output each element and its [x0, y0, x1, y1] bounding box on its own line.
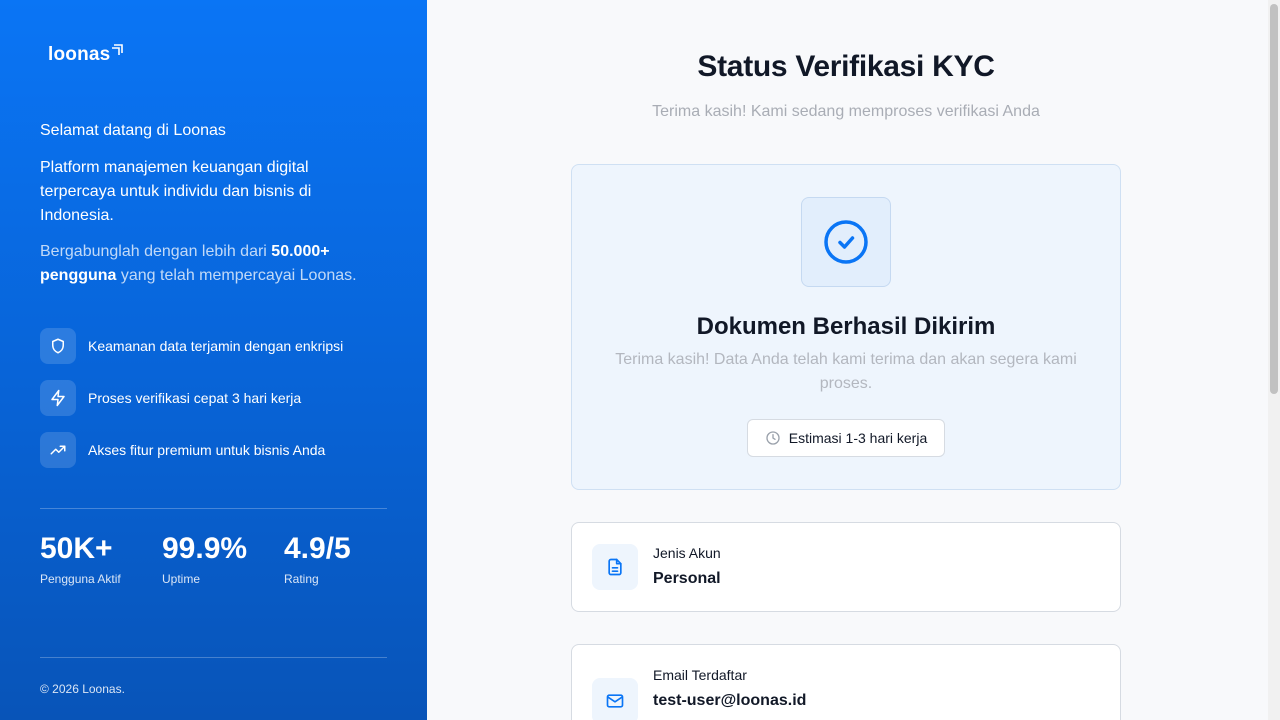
- stat-label: Pengguna Aktif: [40, 572, 121, 586]
- document-icon: [592, 544, 638, 590]
- lightning-icon: [40, 380, 76, 416]
- join-prefix: Bergabunglah dengan lebih dari: [40, 243, 272, 260]
- feature-label: Keamanan data terjamin dengan enkripsi: [88, 338, 344, 354]
- join-text: Bergabunglah dengan lebih dari 50.000+ p…: [40, 240, 370, 288]
- scrollbar-thumb[interactable]: [1270, 4, 1278, 394]
- stat-rating: 4.9/5 Rating: [284, 532, 406, 586]
- stat-active-users: 50K+ Pengguna Aktif: [40, 532, 162, 586]
- page-title: Status Verifikasi KYC: [697, 50, 995, 83]
- copyright: © 2026 Loonas.: [40, 682, 125, 696]
- logo-text: loonas: [48, 44, 111, 65]
- shield-icon: [40, 328, 76, 364]
- feature-item: Proses verifikasi cepat 3 hari kerja: [40, 380, 343, 416]
- status-description: Terima kasih! Data Anda telah kami terim…: [615, 351, 1077, 392]
- footer-divider: [40, 657, 387, 658]
- estimate-label: Estimasi 1-3 hari kerja: [788, 430, 928, 446]
- feature-item: Keamanan data terjamin dengan enkripsi: [40, 328, 343, 364]
- feature-item: Akses fitur premium untuk bisnis Anda: [40, 432, 343, 468]
- info-label: Email Terdaftar: [653, 667, 747, 683]
- stat-uptime: 99.9% Uptime: [162, 532, 284, 586]
- account-type-card: Jenis Akun Personal: [571, 522, 1121, 612]
- clock-icon: [766, 431, 780, 445]
- stat-value: 99.9%: [162, 532, 248, 565]
- mail-icon: [592, 678, 638, 720]
- welcome-panel: loonas Selamat datang di Loonas Platform…: [0, 0, 427, 720]
- join-suffix: yang telah mempercayai Loonas.: [116, 267, 357, 284]
- registered-email-card: Email Terdaftar test-user@loonas.id: [571, 644, 1121, 720]
- stat-label: Rating: [284, 572, 319, 586]
- status-title: Dokumen Berhasil Dikirim: [696, 313, 996, 340]
- stat-value: 4.9/5: [284, 532, 351, 565]
- info-label: Jenis Akun: [653, 545, 721, 561]
- info-value: Personal: [653, 570, 721, 587]
- check-circle-icon: [801, 197, 891, 287]
- feature-list: Keamanan data terjamin dengan enkripsi P…: [40, 328, 343, 484]
- feature-label: Akses fitur premium untuk bisnis Anda: [88, 442, 326, 458]
- stat-label: Uptime: [162, 572, 201, 586]
- stat-value: 50K+: [40, 532, 113, 565]
- feature-label: Proses verifikasi cepat 3 hari kerja: [88, 390, 302, 406]
- info-value: test-user@loonas.id: [653, 692, 807, 709]
- main-content: Status Verifikasi KYC Terima kasih! Kami…: [427, 0, 1268, 720]
- logo-arrow-icon: [112, 44, 124, 55]
- status-card: Dokumen Berhasil Dikirim Terima kasih! D…: [571, 164, 1121, 490]
- page-subtitle: Terima kasih! Kami sedang memproses veri…: [652, 103, 1040, 120]
- stats-row: 50K+ Pengguna Aktif 99.9% Uptime 4.9/5 R…: [40, 532, 406, 586]
- trending-up-icon: [40, 432, 76, 468]
- estimate-badge: Estimasi 1-3 hari kerja: [747, 419, 945, 457]
- page-scrollbar[interactable]: [1268, 0, 1280, 720]
- welcome-heading: Selamat datang di Loonas: [40, 122, 226, 139]
- stats-divider-top: [40, 508, 387, 509]
- loonas-logo[interactable]: loonas: [48, 44, 124, 66]
- platform-description: Platform manajemen keuangan digital terp…: [40, 159, 312, 224]
